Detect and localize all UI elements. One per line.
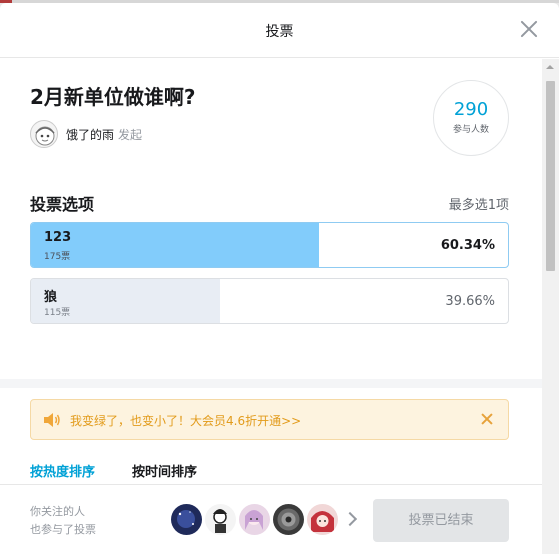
avatar[interactable] <box>30 120 58 148</box>
scrollbar[interactable] <box>542 59 559 554</box>
dialog-title: 投票 <box>265 24 294 40</box>
poll-question: 2月新单位做谁啊? <box>30 85 196 109</box>
poll-author[interactable]: 饿了的雨 发起 <box>30 120 142 148</box>
options-title: 投票选项 <box>30 195 95 214</box>
option-label: 狼 <box>44 290 58 305</box>
scroll-up-arrow-icon[interactable] <box>546 65 554 69</box>
option-votes: 175票 <box>44 252 71 262</box>
follower-avatars[interactable] <box>171 504 358 535</box>
avatar[interactable] <box>205 504 236 535</box>
chevron-right-icon[interactable] <box>342 511 358 527</box>
participant-label: 参与人数 <box>452 125 489 135</box>
section-divider <box>0 379 542 388</box>
dialog-body: 2月新单位做谁啊? 饿了的雨 发起 290 参与人数 投票选项 最多选1项 12… <box>0 59 542 554</box>
followers-text-1: 你关注的人 <box>30 505 85 518</box>
author-name[interactable]: 饿了的雨 <box>66 126 114 143</box>
option-percent: 60.34% <box>440 238 495 253</box>
avatar[interactable] <box>307 504 338 535</box>
promo-close-icon[interactable] <box>481 413 493 425</box>
dialog-footer: 你关注的人 也参与了投票 投票已结束 <box>0 484 542 554</box>
tab-sort-hot[interactable]: 按热度排序 <box>30 461 95 480</box>
avatar[interactable] <box>171 504 202 535</box>
vote-ended-button[interactable]: 投票已结束 <box>373 499 509 542</box>
vote-option-1[interactable]: 123 175票 60.34% <box>30 222 509 268</box>
vote-dialog: 投票 2月新单位做谁啊? 饿了的雨 发起 290 参与人数 投票选项 最多选1项 <box>0 3 559 554</box>
option-votes: 115票 <box>44 308 71 318</box>
avatar[interactable] <box>239 504 270 535</box>
author-suffix: 发起 <box>118 127 143 142</box>
option-1-fill <box>31 223 319 267</box>
tab-sort-time[interactable]: 按时间排序 <box>132 461 197 480</box>
close-icon[interactable] <box>519 19 539 39</box>
scrollbar-thumb[interactable] <box>546 81 555 271</box>
vote-option-2[interactable]: 狼 115票 39.66% <box>30 278 509 324</box>
option-label: 123 <box>44 230 72 245</box>
dialog-header: 投票 <box>0 3 559 58</box>
promo-text[interactable]: 我变绿了，也变小了！大会员4.6折开通>> <box>70 412 301 429</box>
vip-promo-banner[interactable]: 我变绿了，也变小了！大会员4.6折开通>> <box>30 399 509 440</box>
speaker-icon <box>44 413 60 427</box>
participant-count: 290 参与人数 <box>433 80 509 156</box>
participant-number: 290 <box>453 99 489 120</box>
avatar[interactable] <box>273 504 304 535</box>
options-limit: 最多选1项 <box>448 198 509 213</box>
option-percent: 39.66% <box>445 294 495 309</box>
followers-text-2: 也参与了投票 <box>30 523 96 536</box>
